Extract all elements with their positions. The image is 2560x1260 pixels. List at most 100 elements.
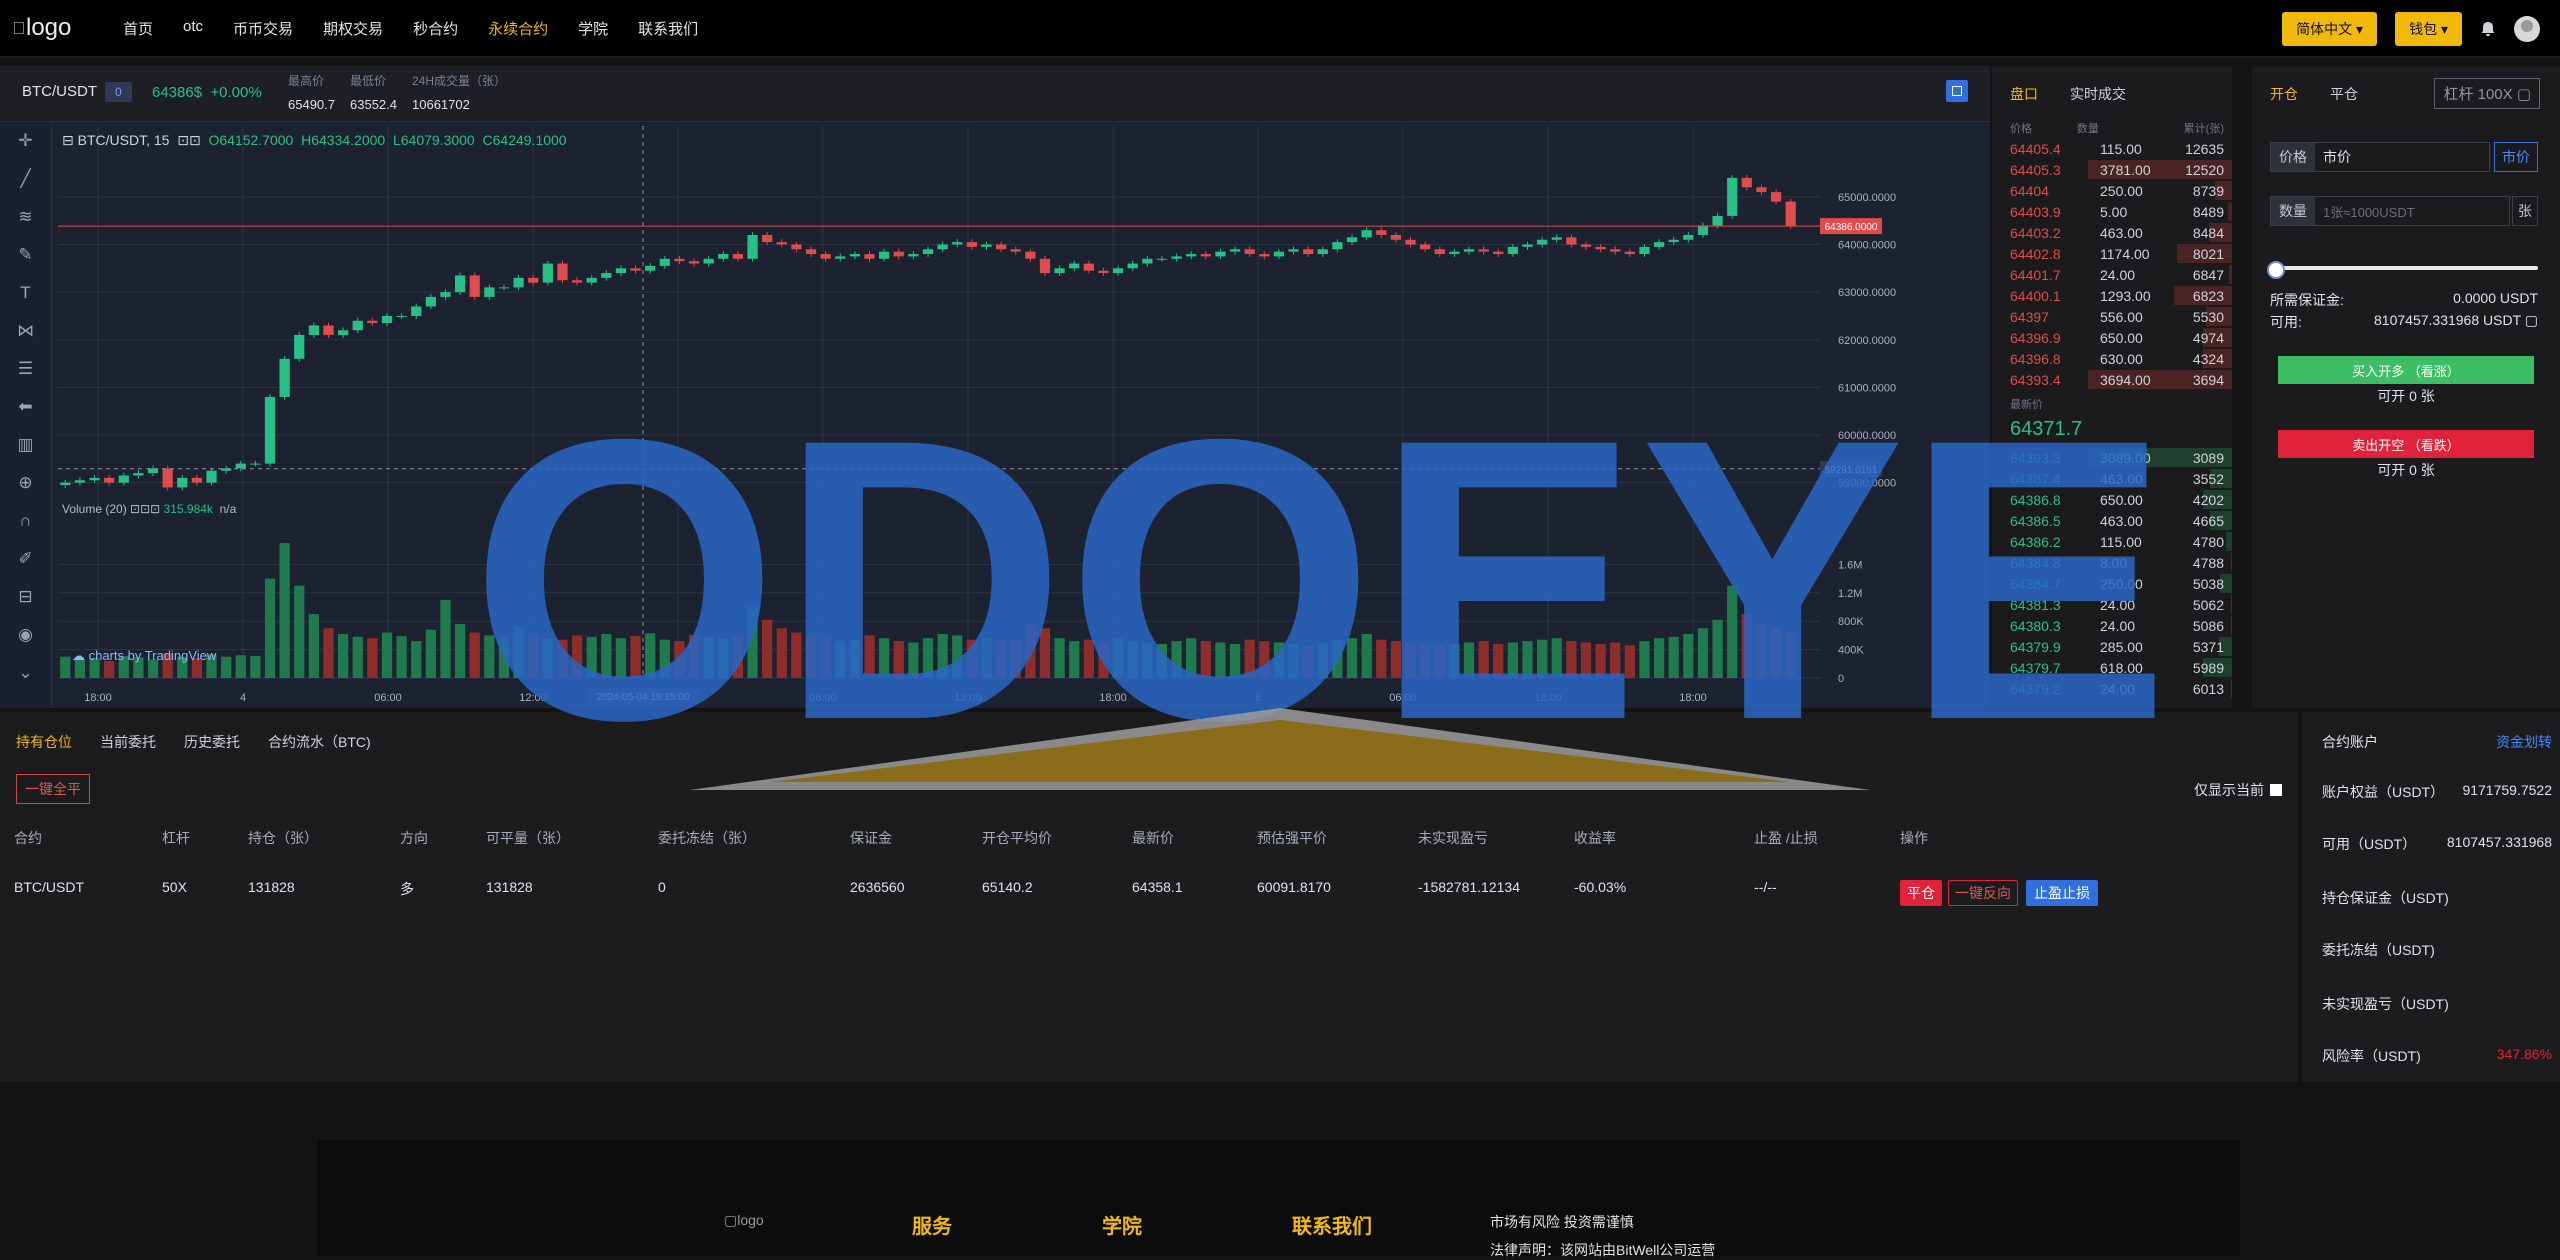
volume-bar bbox=[718, 638, 729, 678]
eye-icon[interactable]: ◉ bbox=[0, 616, 51, 654]
nav-contact[interactable]: 联系我们 bbox=[623, 18, 713, 39]
orderbook-ask-row[interactable]: 64400.1 1293.00 6823 bbox=[1992, 285, 2232, 306]
orderbook-price: 64386.8 bbox=[2010, 491, 2061, 508]
footer-logo[interactable]: ▢logo bbox=[724, 1212, 764, 1229]
orderbook-cum: 5530 bbox=[2192, 308, 2224, 325]
tab-open[interactable]: 开仓 bbox=[2270, 84, 2298, 104]
text-icon[interactable]: T bbox=[0, 274, 51, 312]
candle-body bbox=[1317, 249, 1328, 255]
lock-icon[interactable]: ⊟ bbox=[0, 578, 51, 616]
nav-spot[interactable]: 币币交易 bbox=[218, 18, 308, 39]
fullscreen-icon[interactable] bbox=[1946, 80, 1968, 102]
language-select[interactable]: 简体中文 ▾ bbox=[2282, 12, 2378, 46]
candle-body bbox=[776, 242, 787, 245]
volume-bar bbox=[1361, 633, 1372, 678]
volume-bar bbox=[1215, 642, 1226, 678]
pattern-icon[interactable]: ⋈ bbox=[0, 312, 51, 350]
orderbook-ask-row[interactable]: 64397 556.00 5530 bbox=[1992, 306, 2232, 327]
close-position-button[interactable]: 平仓 bbox=[1900, 880, 1942, 906]
tab-orderbook[interactable]: 盘口 bbox=[2010, 84, 2038, 104]
col-qty: 数量 bbox=[2076, 123, 2099, 135]
orderbook-bid-row[interactable]: 64384.7 250.00 5038 bbox=[1992, 573, 2232, 594]
candle-body bbox=[425, 296, 436, 307]
orderbook-bid-row[interactable]: 64379.7 618.00 5989 bbox=[1992, 657, 2232, 678]
volume-bar bbox=[1142, 642, 1153, 678]
orderbook-bid-row[interactable]: 64386.2 115.00 4780 bbox=[1992, 531, 2232, 552]
quantity-slider[interactable] bbox=[2267, 261, 2538, 279]
latest-price: 64371.7 bbox=[2010, 418, 2083, 440]
nav-seconds[interactable]: 秒合约 bbox=[398, 18, 473, 39]
reverse-position-button[interactable]: 一键反向 bbox=[1948, 880, 2018, 906]
tradingview-branding[interactable]: ☁ charts by TradingView bbox=[72, 648, 216, 664]
orderbook-bid-row[interactable]: 64386.5 463.00 4665 bbox=[1992, 510, 2232, 531]
time-tick-label: 4 bbox=[240, 692, 246, 704]
transfer-link[interactable]: 资金划转 bbox=[2496, 732, 2552, 752]
nav-perpetual[interactable]: 永续合约 bbox=[473, 18, 563, 39]
orderbook-ask-row[interactable]: 64403.2 463.00 8484 bbox=[1992, 222, 2232, 243]
tab-open-orders[interactable]: 当前委托 bbox=[100, 732, 156, 752]
zoom-icon[interactable]: ⊕ bbox=[0, 464, 51, 502]
price-chart[interactable]: 65000.0000 64000.0000 63000.0000 62000.0000… bbox=[58, 126, 1904, 708]
symbol-label[interactable]: BTC/USDT 0 bbox=[22, 82, 132, 102]
orderbook-ask-row[interactable]: 64396.9 650.00 4974 bbox=[1992, 327, 2232, 348]
orderbook-ask-row[interactable]: 64401.7 24.00 6847 bbox=[1992, 264, 2232, 285]
buy-long-button[interactable]: 买入开多 （看涨） bbox=[2278, 356, 2534, 384]
market-button[interactable]: 市价 bbox=[2494, 142, 2538, 172]
tp-sl-button[interactable]: 止盈止损 bbox=[2026, 880, 2098, 906]
nav-academy[interactable]: 学院 bbox=[563, 18, 623, 39]
orderbook-cum: 8021 bbox=[2192, 245, 2224, 262]
orderbook-ask-row[interactable]: 64402.8 1174.00 8021 bbox=[1992, 243, 2232, 264]
user-avatar-icon[interactable] bbox=[2514, 16, 2540, 42]
sell-short-button[interactable]: 卖出开空 （看跌） bbox=[2278, 430, 2534, 458]
brush-icon[interactable]: ✎ bbox=[0, 236, 51, 274]
arrow-back-icon[interactable]: ⬅ bbox=[0, 388, 51, 426]
stat-high: 最高价 65490.7 bbox=[288, 74, 335, 112]
orderbook-bid-row[interactable]: 64387.4 463.00 3552 bbox=[1992, 468, 2232, 489]
price-field[interactable]: 价格 市价 bbox=[2270, 142, 2490, 172]
fib-icon[interactable]: ≋ bbox=[0, 198, 51, 236]
orderbook-ask-row[interactable]: 64404 250.00 8739 bbox=[1992, 180, 2232, 201]
wallet-menu[interactable]: 钱包 ▾ bbox=[2395, 12, 2462, 46]
nav-otc[interactable]: otc bbox=[168, 18, 218, 39]
site-logo[interactable]: logo bbox=[14, 13, 92, 43]
candle-body bbox=[89, 477, 100, 481]
orderbook-bid-row[interactable]: 64379.9 285.00 5371 bbox=[1992, 636, 2232, 657]
tab-order-history[interactable]: 历史委托 bbox=[184, 732, 240, 752]
candle-body bbox=[1595, 246, 1606, 250]
tab-close[interactable]: 平仓 bbox=[2330, 84, 2358, 104]
orderbook-bid-row[interactable]: 64381.3 24.00 5062 bbox=[1992, 594, 2232, 615]
orderbook-ask-row[interactable]: 64403.9 5.00 8489 bbox=[1992, 201, 2232, 222]
chevron-down-icon[interactable]: ⌄ bbox=[0, 654, 51, 692]
orderbook-cum: 5086 bbox=[2192, 617, 2224, 634]
candle-body bbox=[1025, 251, 1036, 259]
leverage-select[interactable]: 杠杆 100X ▢ bbox=[2434, 78, 2540, 109]
orderbook-bid-row[interactable]: 64393.3 3089.00 3089 bbox=[1992, 447, 2232, 468]
orderbook-bid-row[interactable]: 64379.2 24.00 6013 bbox=[1992, 678, 2232, 699]
candle-body bbox=[338, 330, 349, 335]
tab-trades[interactable]: 实时成交 bbox=[2070, 84, 2126, 104]
crosshair-icon[interactable]: ✛ bbox=[0, 122, 51, 160]
trendline-icon[interactable]: ╱ bbox=[0, 160, 51, 198]
orderbook-bid-row[interactable]: 64386.8 650.00 4202 bbox=[1992, 489, 2232, 510]
orderbook-ask-row[interactable]: 64405.4 115.00 12635 bbox=[1992, 138, 2232, 159]
tab-contract-flow[interactable]: 合约流水（BTC) bbox=[268, 732, 371, 752]
quantity-field[interactable]: 数量 1张≈1000USDT bbox=[2270, 196, 2510, 226]
orderbook-ask-row[interactable]: 64405.3 3781.00 12520 bbox=[1992, 159, 2232, 180]
magnet-icon[interactable]: ∩ bbox=[0, 502, 51, 540]
close-all-button[interactable]: 一键全平 bbox=[16, 774, 90, 804]
volume-bar bbox=[1463, 642, 1475, 678]
volume-bar bbox=[762, 619, 773, 678]
orderbook-ask-row[interactable]: 64393.4 3694.00 3694 bbox=[1992, 369, 2232, 390]
bell-icon[interactable] bbox=[2480, 21, 2496, 37]
lock-pen-icon[interactable]: ✐ bbox=[0, 540, 51, 578]
checkbox[interactable] bbox=[2270, 784, 2282, 796]
nav-home[interactable]: 首页 bbox=[108, 18, 168, 39]
ruler-icon[interactable]: ☰ bbox=[0, 350, 51, 388]
orderbook-ask-row[interactable]: 64396.8 630.00 4324 bbox=[1992, 348, 2232, 369]
only-current-toggle[interactable]: 仅显示当前 bbox=[2194, 780, 2282, 800]
orderbook-bid-row[interactable]: 64380.3 24.00 5086 bbox=[1992, 615, 2232, 636]
nav-options[interactable]: 期权交易 bbox=[308, 18, 398, 39]
tab-positions[interactable]: 持有仓位 bbox=[16, 732, 72, 752]
stats-icon[interactable]: ▥ bbox=[0, 426, 51, 464]
orderbook-bid-row[interactable]: 64384.8 8.00 4788 bbox=[1992, 552, 2232, 573]
